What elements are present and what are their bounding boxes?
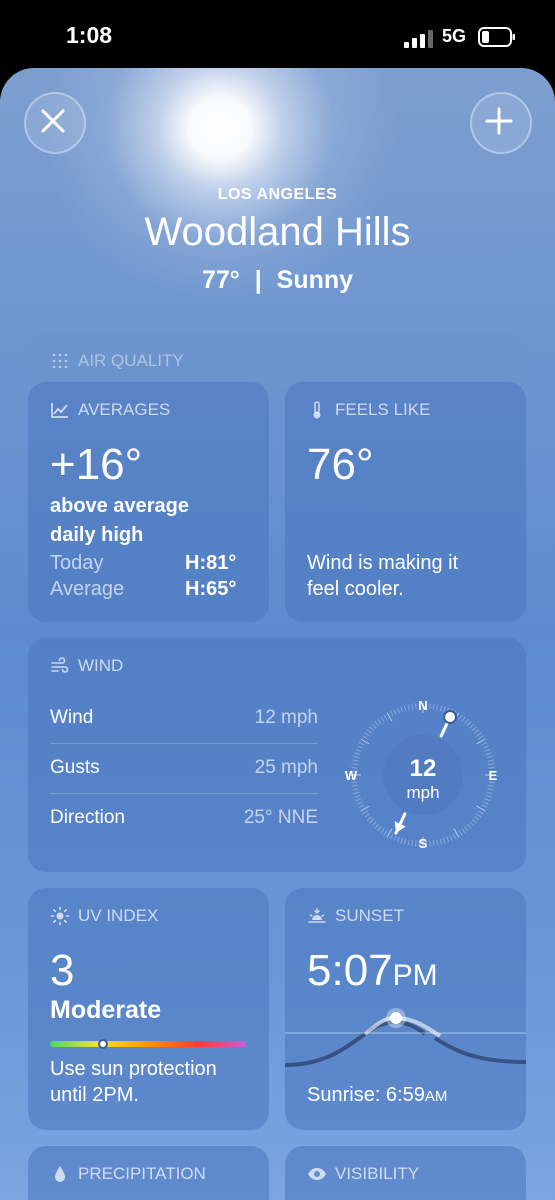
chart-line-icon — [51, 403, 68, 418]
uv-title: UV INDEX — [78, 906, 159, 925]
wind-row-value: 12 mph — [254, 707, 318, 728]
battery-icon — [478, 27, 515, 47]
today-value: H:81° — [185, 552, 237, 574]
compass-speed: 12 — [410, 755, 437, 782]
gusts-row: Gusts 25 mph — [50, 745, 318, 794]
averages-card[interactable]: AVERAGES +16° above average daily high T… — [28, 382, 269, 622]
uv-gauge — [50, 1039, 246, 1049]
wind-card[interactable]: WIND Wind 12 mph Gusts 25 mph Direction … — [28, 638, 526, 872]
sunset-time: 5:07PM — [307, 946, 438, 996]
visibility-card[interactable]: VISIBILITY — [285, 1146, 526, 1200]
thermometer-icon — [313, 401, 321, 419]
wind-compass: N E S W 12 mph — [345, 698, 498, 851]
location-title: Woodland Hills — [144, 210, 411, 254]
raindrop-icon — [55, 1166, 65, 1182]
uv-gauge-marker — [97, 1039, 108, 1049]
uv-index-card[interactable]: UV INDEX 3 Moderate Use sun protection u… — [28, 888, 269, 1130]
close-icon — [41, 109, 65, 133]
current-temp: 77° — [201, 266, 240, 294]
wind-title: WIND — [78, 656, 124, 675]
wind-row: Wind 12 mph — [50, 695, 318, 744]
averages-desc-line1: above average — [50, 495, 189, 517]
compass-e: E — [489, 768, 498, 783]
wind-icon — [51, 657, 69, 673]
compass-unit: mph — [406, 783, 439, 802]
wind-row-label: Wind — [50, 707, 94, 728]
today-label: Today — [50, 552, 104, 574]
separator: | — [254, 266, 262, 294]
uv-advice-line1: Use sun protection — [50, 1058, 217, 1080]
average-label: Average — [50, 578, 125, 600]
compass-n: N — [418, 698, 427, 713]
compass-s: S — [419, 836, 428, 851]
feels-like-value: 76° — [307, 440, 374, 489]
sunset-title: SUNSET — [335, 906, 404, 925]
uv-advice-line2: until 2PM. — [50, 1084, 139, 1106]
city-label: LOS ANGELES — [217, 186, 338, 203]
direction-row: Direction 25° NNE — [50, 795, 318, 843]
compass-w: W — [345, 768, 358, 783]
uv-level: Moderate — [50, 996, 162, 1024]
sunset-icon — [308, 908, 326, 923]
averages-value: +16° — [50, 440, 143, 489]
eye-icon — [308, 1168, 326, 1180]
air-quality-title: AIR QUALITY — [78, 351, 184, 370]
weather-sheet: LOS ANGELES Woodland Hills 77° | Sunny A… — [0, 68, 555, 1200]
sunset-time-value: 5:07 — [307, 946, 393, 995]
precipitation-card[interactable]: PRECIPITATION — [28, 1146, 269, 1200]
sunrise-text: Sunrise: 6:59 — [307, 1084, 425, 1106]
current-condition: Sunny — [276, 266, 354, 294]
sunset-card[interactable]: SUNSET 5:07PM Sunrise: 6:59AM — [285, 888, 526, 1130]
visibility-title: VISIBILITY — [335, 1164, 420, 1183]
gusts-row-label: Gusts — [50, 757, 100, 778]
network-type: 5G — [442, 26, 467, 46]
averages-desc-line2: daily high — [50, 524, 144, 546]
sunrise-ampm: AM — [424, 1088, 448, 1105]
plus-icon — [485, 107, 513, 135]
add-button[interactable] — [470, 92, 532, 154]
sun-icon — [50, 906, 70, 926]
direction-row-label: Direction — [50, 807, 125, 828]
averages-title: AVERAGES — [78, 400, 171, 419]
precipitation-title: PRECIPITATION — [78, 1164, 206, 1183]
air-quality-icon — [52, 353, 68, 369]
feels-like-line1: Wind is making it — [307, 552, 459, 574]
sunset-ampm: PM — [392, 959, 438, 992]
gusts-row-value: 25 mph — [254, 757, 318, 778]
status-bar: 1:08 5G — [0, 0, 555, 70]
direction-row-value: 25° NNE — [243, 807, 318, 828]
signal-icon — [404, 30, 433, 48]
feels-like-line2: feel cooler. — [307, 578, 404, 600]
current-conditions: 77° | Sunny — [0, 266, 555, 295]
average-value: H:65° — [185, 578, 237, 600]
feels-like-card[interactable]: FEELS LIKE 76° Wind is making it feel co… — [285, 382, 526, 622]
uv-value: 3 — [50, 946, 75, 995]
feels-like-title: FEELS LIKE — [335, 400, 431, 419]
status-time: 1:08 — [66, 22, 113, 48]
close-button[interactable] — [24, 92, 86, 154]
sun-path-graph — [285, 1008, 526, 1067]
sunrise-label: Sunrise: 6:59AM — [307, 1084, 447, 1107]
